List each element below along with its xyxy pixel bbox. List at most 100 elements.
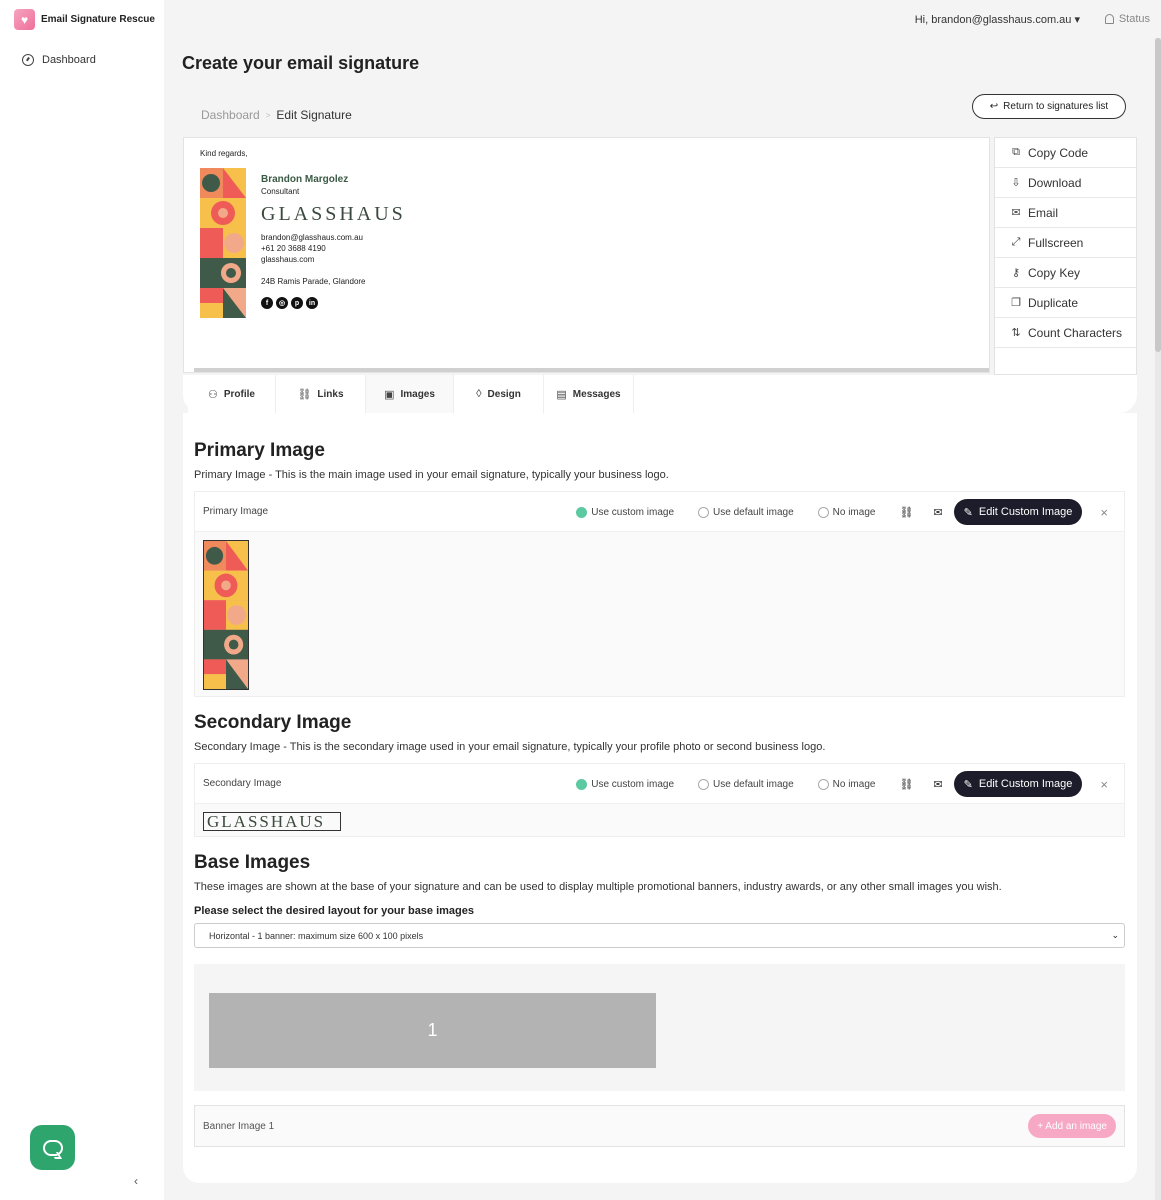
option-label: Use custom image bbox=[591, 506, 675, 518]
secondary-image-box: Secondary Image Use custom image Use def… bbox=[194, 763, 1125, 837]
primary-image-header: Primary Image Use custom image Use defau… bbox=[195, 492, 1124, 532]
duplicate-icon: ❐ bbox=[1011, 297, 1021, 309]
option-label: Use default image bbox=[713, 778, 794, 790]
secondary-image-preview[interactable]: GLASSHAUS bbox=[203, 812, 341, 831]
no-image-radio[interactable]: No image bbox=[817, 778, 875, 790]
edit-label: Edit Custom Image bbox=[978, 506, 1073, 518]
action-label: Duplicate bbox=[1028, 295, 1079, 310]
fullscreen-icon: ⤢ bbox=[1011, 236, 1021, 248]
topbar: Hi, brandon@glasshaus.com.au ▾ Status bbox=[164, 0, 1161, 38]
email-button[interactable]: ✉ Email bbox=[995, 198, 1136, 228]
tab-label: Links bbox=[317, 388, 344, 400]
key-icon: ⚷ bbox=[1011, 267, 1021, 279]
count-characters-button[interactable]: ⇅ Count Characters bbox=[995, 318, 1136, 348]
sig-title: Consultant bbox=[261, 187, 300, 196]
chat-icon bbox=[42, 1139, 63, 1156]
close-icon[interactable]: × bbox=[1100, 777, 1108, 792]
envelope-icon[interactable]: ✉ bbox=[933, 506, 942, 519]
use-default-image-radio[interactable]: Use default image bbox=[698, 778, 794, 790]
link-icon[interactable]: ⛓ bbox=[899, 778, 913, 791]
secondary-image-label: Secondary Image bbox=[203, 778, 282, 789]
layout-select-value: Horizontal - 1 banner: maximum size 600 … bbox=[209, 930, 424, 941]
brand-logo-icon: ♥ bbox=[14, 9, 35, 30]
download-icon: ⇩ bbox=[1011, 177, 1021, 189]
radio-checked-icon bbox=[576, 506, 588, 518]
chat-button[interactable] bbox=[30, 1125, 75, 1170]
use-default-image-radio[interactable]: Use default image bbox=[698, 506, 794, 518]
tab-images[interactable]: ▣ Images bbox=[366, 375, 454, 413]
edit-icon: ✎ bbox=[963, 506, 973, 519]
edit-custom-image-button[interactable]: ✎ Edit Custom Image bbox=[953, 499, 1083, 525]
breadcrumb-dashboard[interactable]: Dashboard bbox=[201, 108, 260, 122]
banner-slot-1[interactable]: 1 bbox=[209, 993, 656, 1068]
collapse-sidebar-icon[interactable]: ‹ bbox=[134, 1174, 138, 1188]
use-custom-image-radio[interactable]: Use custom image bbox=[576, 506, 675, 518]
email-icon: ✉ bbox=[1011, 207, 1021, 219]
user-icon: ⚇ bbox=[208, 388, 218, 401]
preview-scrollbar[interactable] bbox=[194, 368, 989, 372]
count-characters-icon: ⇅ bbox=[1011, 327, 1021, 339]
edit-custom-image-button[interactable]: ✎ Edit Custom Image bbox=[953, 771, 1083, 797]
sig-email: brandon@glasshaus.com.au bbox=[261, 233, 363, 242]
use-custom-image-radio[interactable]: Use custom image bbox=[576, 778, 675, 790]
close-icon[interactable]: × bbox=[1100, 505, 1108, 520]
base-layout-select[interactable]: Horizontal - 1 banner: maximum size 600 … bbox=[194, 923, 1125, 948]
radio-icon bbox=[698, 506, 710, 518]
droplet-icon: ◊ bbox=[476, 388, 482, 400]
tab-messages[interactable]: ▤ Messages bbox=[544, 375, 634, 413]
page-scrollbar[interactable] bbox=[1155, 38, 1161, 1200]
scrollbar-thumb[interactable] bbox=[1155, 38, 1161, 352]
pinterest-icon[interactable]: p bbox=[291, 297, 303, 309]
download-button[interactable]: ⇩ Download bbox=[995, 168, 1136, 198]
fullscreen-button[interactable]: ⤢ Fullscreen bbox=[995, 228, 1136, 258]
signature-preview: Kind regards, Brandon Margolez Consultan… bbox=[183, 137, 990, 373]
primary-image-label: Primary Image bbox=[203, 506, 269, 517]
linkedin-icon[interactable]: in bbox=[306, 297, 318, 309]
tab-design[interactable]: ◊ Design bbox=[454, 375, 544, 413]
instagram-icon[interactable]: ◎ bbox=[276, 297, 288, 309]
status-link[interactable]: Status bbox=[1104, 13, 1150, 25]
return-to-signatures-button[interactable]: ↩ Return to signatures list bbox=[972, 94, 1126, 119]
caret-down-icon: ▾ bbox=[1074, 14, 1080, 26]
breadcrumb-current: Edit Signature bbox=[276, 108, 352, 122]
banner-row-label: Banner Image 1 bbox=[203, 1120, 275, 1132]
sig-website: glasshaus.com bbox=[261, 255, 315, 264]
radio-checked-icon bbox=[576, 778, 588, 790]
brand[interactable]: ♥ Email Signature Rescue bbox=[14, 9, 155, 30]
primary-image-preview[interactable] bbox=[203, 540, 249, 690]
tab-links[interactable]: ⛓ Links bbox=[276, 375, 366, 413]
tab-profile[interactable]: ⚇ Profile bbox=[188, 375, 276, 413]
envelope-icon[interactable]: ✉ bbox=[933, 778, 942, 791]
copy-code-button[interactable]: ⧉ Copy Code bbox=[995, 138, 1136, 168]
tab-label: Images bbox=[400, 388, 435, 400]
primary-image-options: Use custom image Use default image No im… bbox=[576, 492, 1114, 532]
link-icon: ⛓ bbox=[297, 388, 312, 401]
no-image-radio[interactable]: No image bbox=[817, 506, 875, 518]
message-icon: ▤ bbox=[556, 388, 567, 401]
link-icon[interactable]: ⛓ bbox=[899, 506, 913, 519]
sig-logo: GLASSHAUS bbox=[261, 203, 406, 225]
user-greeting: Hi, brandon@glasshaus.com.au bbox=[914, 14, 1072, 26]
sig-socials: f ◎ p in bbox=[261, 297, 318, 309]
secondary-image-options: Use custom image Use default image No im… bbox=[576, 764, 1114, 804]
sidebar-item-dashboard[interactable]: Dashboard bbox=[22, 54, 96, 66]
radio-icon bbox=[698, 778, 710, 790]
copy-key-button[interactable]: ⚷ Copy Key bbox=[995, 258, 1136, 288]
option-label: Use custom image bbox=[591, 778, 675, 790]
base-description: These images are shown at the base of yo… bbox=[194, 881, 1002, 893]
app-name: Email Signature Rescue bbox=[41, 14, 155, 25]
add-image-button[interactable]: + Add an image bbox=[1028, 1114, 1116, 1138]
return-label: Return to signatures list bbox=[1003, 101, 1109, 112]
tab-label: Profile bbox=[223, 388, 255, 400]
layout-label: Please select the desired layout for you… bbox=[194, 905, 475, 917]
page-title: Create your email signature bbox=[182, 53, 420, 73]
breadcrumb: Dashboard > Edit Signature bbox=[201, 108, 352, 122]
facebook-icon[interactable]: f bbox=[261, 297, 273, 309]
editor-tabs: ⚇ Profile ⛓ Links ▣ Images ◊ Design ▤ Message… bbox=[183, 375, 1137, 413]
sig-name: Brandon Margolez bbox=[261, 174, 349, 185]
tab-label: Messages bbox=[572, 388, 621, 400]
dashboard-gauge-icon bbox=[22, 54, 34, 66]
duplicate-button[interactable]: ❐ Duplicate bbox=[995, 288, 1136, 318]
action-label: Copy Key bbox=[1028, 265, 1081, 280]
user-menu[interactable]: Hi, brandon@glasshaus.com.au ▾ bbox=[915, 13, 1080, 26]
